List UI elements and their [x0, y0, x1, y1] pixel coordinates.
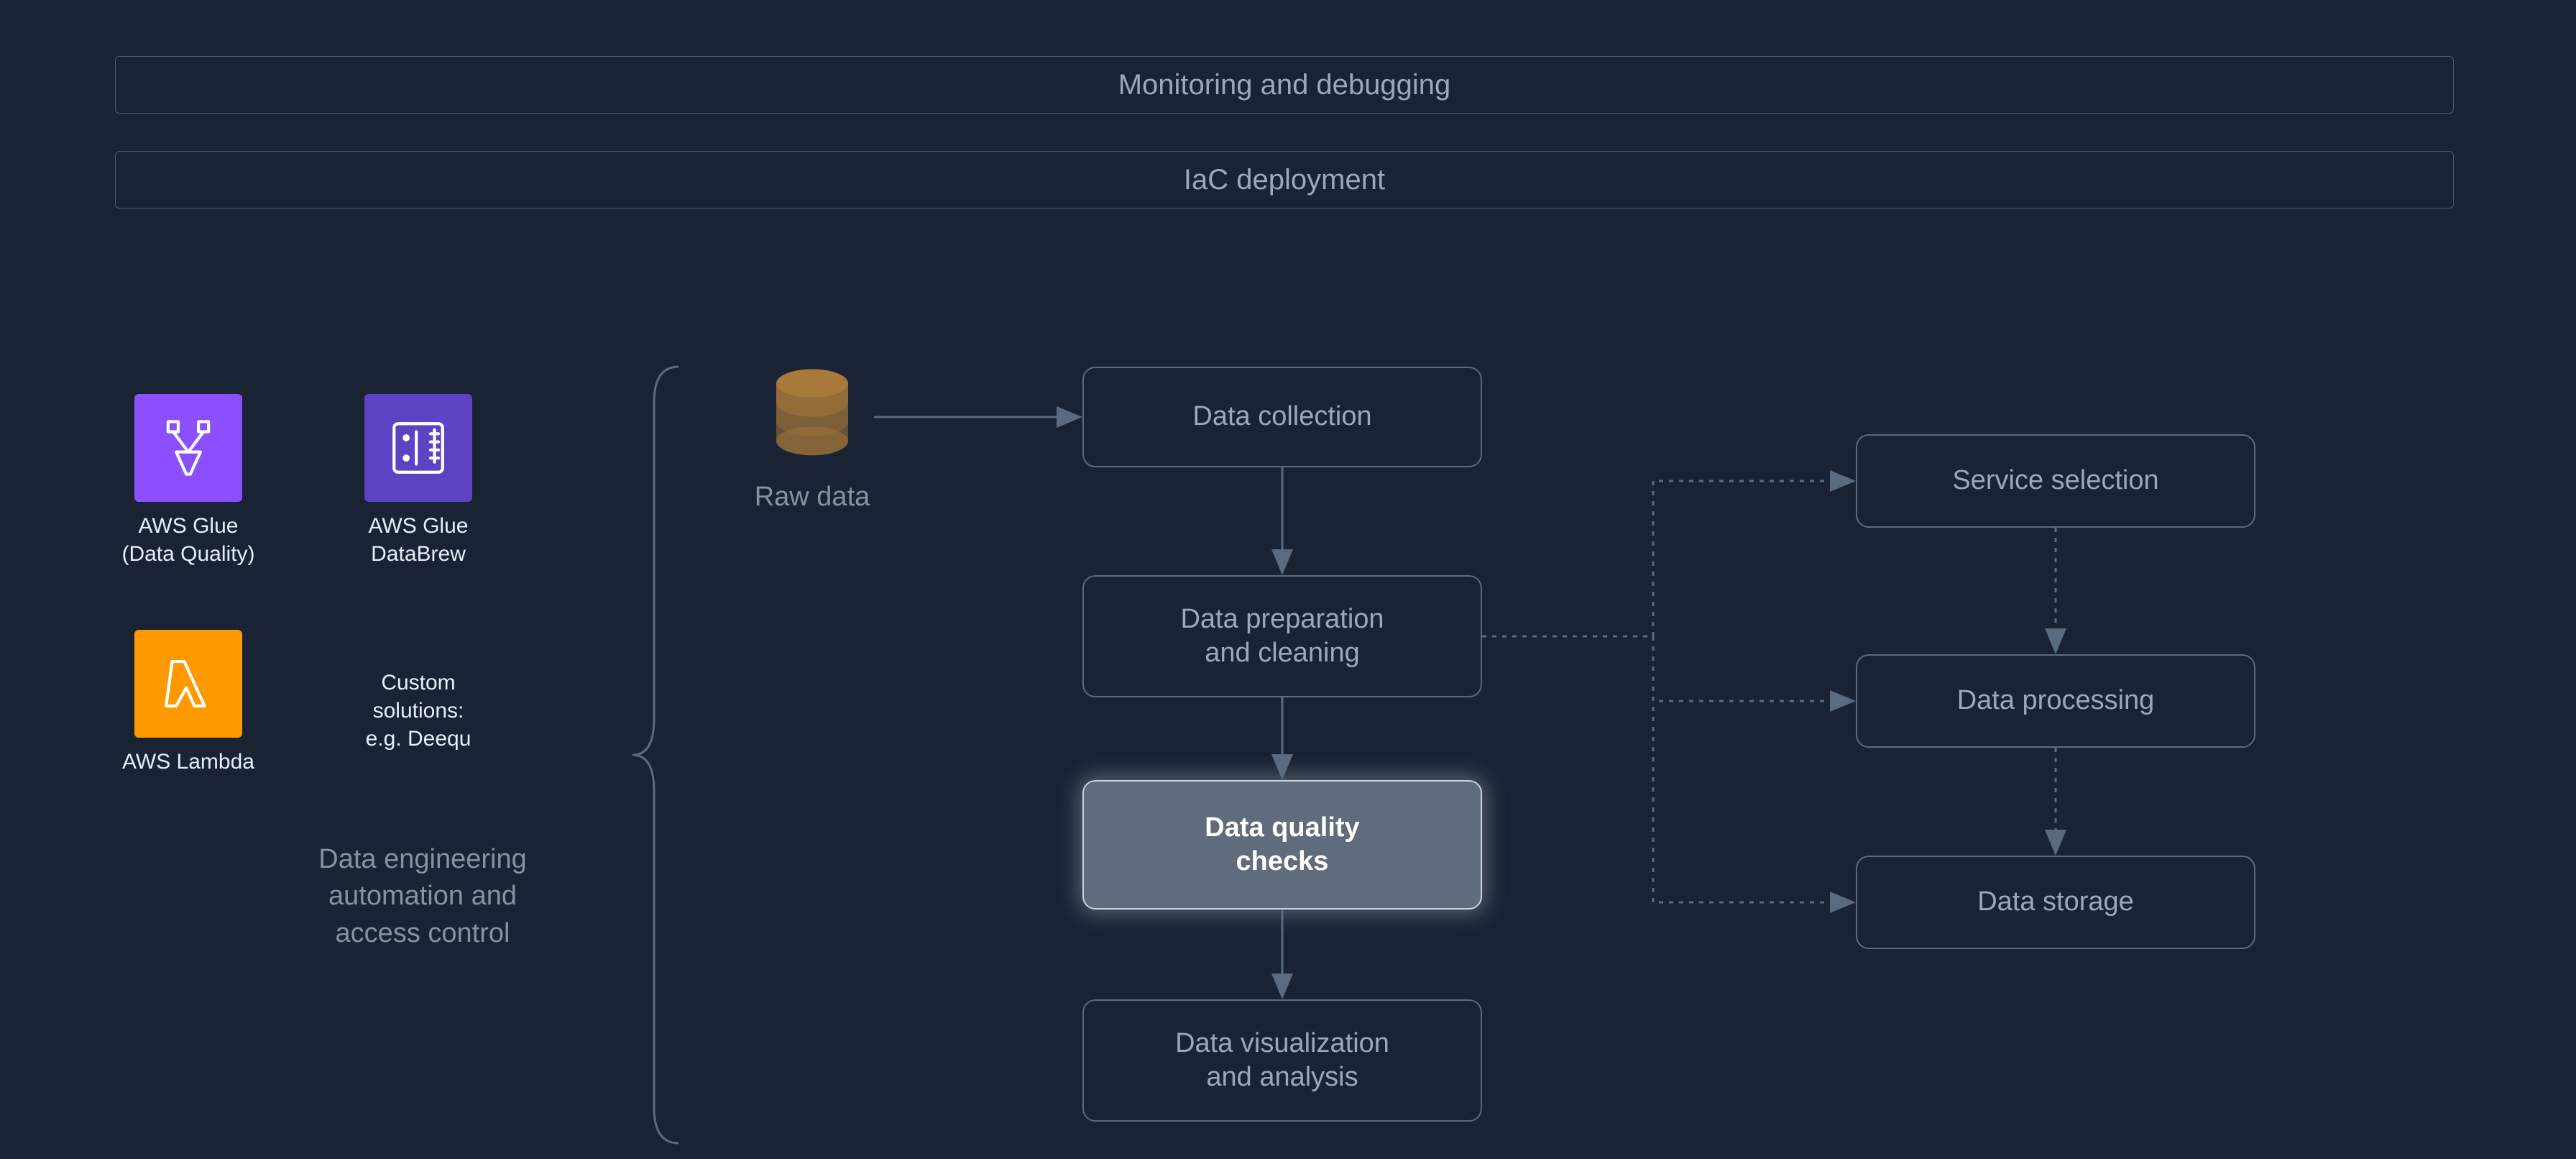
data-preparation-node: Data preparation and cleaning — [1082, 575, 1482, 697]
raw-data-label: Raw data — [726, 482, 898, 513]
aws-glue-dq-label-2: (Data Quality) — [95, 540, 282, 568]
viz-line-2: and analysis — [1175, 1060, 1389, 1095]
aws-glue-db-label-2: DataBrew — [325, 540, 512, 568]
data-storage-node: Data storage — [1856, 856, 2255, 949]
aws-lambda-label: AWS Lambda — [95, 748, 282, 776]
database-icon — [762, 367, 862, 475]
aws-lambda-service: AWS Lambda — [95, 630, 282, 776]
raw-data-block: Raw data — [726, 367, 898, 513]
service-selection-node: Service selection — [1856, 434, 2255, 528]
brace-title-line-2: automation and — [272, 878, 574, 915]
aws-glue-db-label-1: AWS Glue — [325, 512, 512, 540]
aws-lambda-icon — [134, 630, 242, 738]
aws-glue-databrew-service: AWS Glue DataBrew — [325, 394, 512, 568]
brace-title-line-1: Data engineering — [272, 841, 574, 878]
data-visualization-node: Data visualization and analysis — [1082, 999, 1482, 1122]
aws-glue-databrew-icon — [364, 394, 472, 502]
iac-deployment-banner: IaC deployment — [115, 151, 2454, 209]
custom-line-3: e.g. Deequ — [334, 725, 503, 753]
data-collection-node: Data collection — [1082, 367, 1482, 467]
monitoring-debugging-banner: Monitoring and debugging — [115, 56, 2454, 114]
custom-solutions-text: Custom solutions: e.g. Deequ — [334, 669, 503, 753]
viz-line-1: Data visualization — [1175, 1027, 1389, 1061]
aws-glue-data-quality-service: AWS Glue (Data Quality) — [95, 394, 282, 568]
diagram-canvas: Monitoring and debugging IaC deployment … — [0, 0, 2576, 1159]
data-processing-node: Data processing — [1856, 654, 2255, 748]
prep-line-2: and cleaning — [1180, 636, 1384, 671]
aws-glue-data-quality-icon — [134, 394, 242, 502]
quality-line-2: checks — [1205, 845, 1359, 879]
data-engineering-automation-title: Data engineering automation and access c… — [272, 841, 574, 952]
custom-line-2: solutions: — [334, 697, 503, 725]
custom-line-1: Custom — [334, 669, 503, 697]
quality-line-1: Data quality — [1205, 811, 1359, 846]
brace-title-line-3: access control — [272, 915, 574, 952]
aws-glue-dq-label-1: AWS Glue — [95, 512, 282, 540]
prep-line-1: Data preparation — [1180, 603, 1384, 637]
data-quality-checks-node: Data quality checks — [1082, 780, 1482, 910]
